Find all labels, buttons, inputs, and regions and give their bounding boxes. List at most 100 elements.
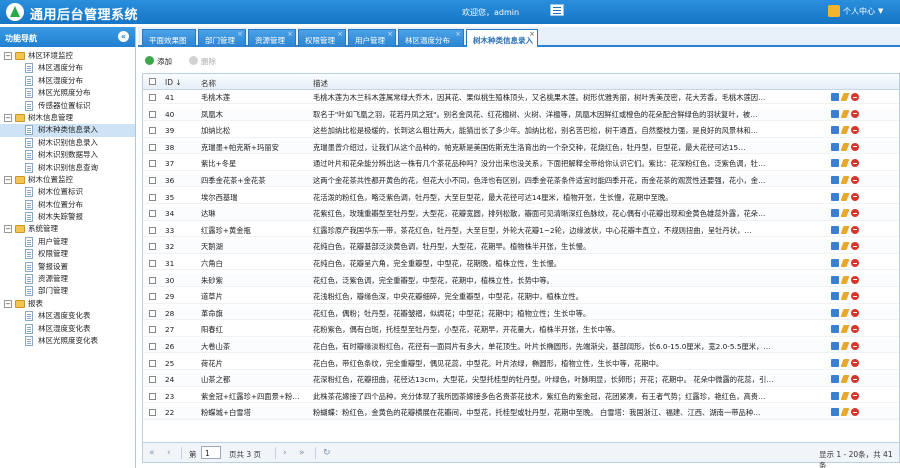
row-checkbox[interactable] <box>149 260 156 267</box>
table-row[interactable]: 39 加纳比松 这些加纳比松是极缓的，长到这么粗壮两大，能猜出长了多少年。加纳比松，… <box>143 124 899 138</box>
row-checkbox[interactable] <box>149 392 156 400</box>
tab[interactable]: 林区温度分布 × <box>398 29 464 47</box>
view-icon[interactable] <box>831 192 839 201</box>
tree-group[interactable]: − 树木位置监控 <box>0 174 135 186</box>
view-icon[interactable] <box>831 176 839 184</box>
table-row[interactable]: 28 革命旗 花红色，偶粉；牡丹型，花瓣皱褶，似绸花；中型花；花期中；植物立性；生长… <box>143 306 899 321</box>
sidebar-item[interactable]: 林区温度分布 <box>0 62 135 74</box>
edit-icon[interactable] <box>840 325 850 334</box>
tree-group[interactable]: − 林区环境监控 <box>0 50 135 62</box>
edit-icon[interactable] <box>840 93 850 101</box>
sidebar-item[interactable]: 林区光照度变化表 <box>0 335 135 347</box>
edit-icon[interactable] <box>840 308 850 317</box>
edit-icon[interactable] <box>840 109 850 118</box>
collapse-toggle-icon[interactable]: − <box>4 225 12 234</box>
edit-icon[interactable] <box>840 375 850 384</box>
delete-row-icon[interactable] <box>851 408 859 417</box>
delete-row-icon[interactable] <box>851 176 859 184</box>
delete-row-icon[interactable] <box>851 225 859 234</box>
first-page-icon[interactable]: « <box>149 448 155 458</box>
close-icon[interactable]: × <box>387 30 393 38</box>
add-button[interactable]: 添加 <box>143 53 185 68</box>
view-icon[interactable] <box>831 342 839 350</box>
row-checkbox[interactable] <box>149 143 156 151</box>
row-checkbox[interactable] <box>149 409 156 417</box>
table-row[interactable]: 38 克瑞墨+帕克斯+玛丽安 克瑞墨曾介绍过，让我们从这个品种的，帕克斯是美国佐斯克… <box>143 140 899 155</box>
view-icon[interactable] <box>831 225 839 234</box>
last-page-icon[interactable]: » <box>299 448 305 458</box>
sidebar-item[interactable]: 树木位置分布 <box>0 199 135 211</box>
edit-icon[interactable] <box>840 358 850 367</box>
edit-icon[interactable] <box>840 259 850 267</box>
row-checkbox[interactable] <box>149 326 156 334</box>
sidebar-item[interactable]: 树木种类信息录入 <box>0 124 135 137</box>
table-row[interactable]: 33 红露珍+黄金瓶 红露珍原产我国华东一带，茶花红色，牡丹型，大至巨型，外轮大花瓣… <box>143 224 899 238</box>
refresh-icon[interactable]: ↻ <box>323 448 331 458</box>
close-icon[interactable]: × <box>529 30 535 38</box>
table-row[interactable]: 41 毛桃木莲 毛桃木莲为木兰科木莲属常绿大乔木，因其花、果似桃生殖株顶头，又名桃果… <box>143 91 899 105</box>
view-icon[interactable] <box>831 93 839 101</box>
collapse-toggle-icon[interactable]: − <box>4 113 12 122</box>
sidebar-item[interactable]: 树木失踪警报 <box>0 211 135 223</box>
row-checkbox[interactable] <box>149 359 156 367</box>
delete-row-icon[interactable] <box>851 209 859 218</box>
collapse-toggle-icon[interactable]: − <box>4 299 12 308</box>
edit-icon[interactable] <box>840 126 850 135</box>
sidebar-item[interactable]: 林区湿度分布 <box>0 75 135 87</box>
table-row[interactable]: 31 六角白 花纯白色，花瓣呈六角，完全重瓣型，中型花，花期晚，植株立性，生长慢。 <box>143 257 899 271</box>
view-icon[interactable] <box>831 242 839 251</box>
table-row[interactable]: 27 阳春红 花粉紫色，偶有白斑，托桂型至牡丹型，小型花，花期早，开花量大，植株半开… <box>143 323 899 337</box>
delete-row-icon[interactable] <box>851 126 859 135</box>
sidebar-item[interactable]: 林区温度变化表 <box>0 310 135 322</box>
sidebar-item[interactable]: 林区光照度分布 <box>0 87 135 99</box>
delete-row-icon[interactable] <box>851 342 859 350</box>
tab[interactable]: 权限管理 × <box>298 29 346 47</box>
edit-icon[interactable] <box>840 275 850 284</box>
sidebar-item[interactable]: 传感器位置标识 <box>0 100 135 112</box>
delete-row-icon[interactable] <box>851 242 859 251</box>
tab[interactable]: 平面效果图 <box>142 29 196 47</box>
row-checkbox[interactable] <box>149 210 156 218</box>
row-checkbox[interactable] <box>149 276 156 284</box>
tree-group[interactable]: − 树木信息管理 <box>0 112 135 124</box>
delete-row-icon[interactable] <box>851 325 859 334</box>
delete-row-icon[interactable] <box>851 159 859 168</box>
edit-icon[interactable] <box>840 408 850 417</box>
edit-icon[interactable] <box>840 209 850 218</box>
tab[interactable]: 用户管理 × <box>348 29 396 47</box>
tab[interactable]: 资源管理 × <box>248 29 296 47</box>
table-row[interactable]: 32 天鹅湖 花纯白色，花瓣基部泛淡黄色调，牡丹型，大型花，花期早。植物株半开张，生… <box>143 240 899 254</box>
view-icon[interactable] <box>831 375 839 384</box>
prev-page-icon[interactable]: ‹ <box>167 448 171 458</box>
table-row[interactable]: 23 紫金冠+红露珍+四面景+粉… 此株茶花嫁接了四个品种，充分体现了我所园茶嫁接多… <box>143 390 899 404</box>
view-icon[interactable] <box>831 358 839 367</box>
close-icon[interactable]: × <box>337 30 343 38</box>
row-checkbox[interactable] <box>149 226 156 234</box>
delete-button[interactable]: 删除 <box>187 53 227 68</box>
row-checkbox[interactable] <box>149 110 156 118</box>
table-row[interactable]: 22 粉蝶城+白雪塔 粉蝴蝶：粉红色，金黄色的花瓣横展在花瓣间，中型花，托桂型或牡丹… <box>143 406 899 420</box>
close-icon[interactable]: × <box>287 30 293 38</box>
delete-row-icon[interactable] <box>851 142 859 151</box>
view-icon[interactable] <box>831 142 839 151</box>
page-number-input[interactable]: 1 <box>201 446 221 459</box>
delete-row-icon[interactable] <box>851 259 859 267</box>
delete-row-icon[interactable] <box>851 375 859 384</box>
next-page-icon[interactable]: › <box>283 448 287 458</box>
column-header-desc[interactable]: 描述 <box>313 78 328 89</box>
row-checkbox[interactable] <box>149 376 156 384</box>
table-row[interactable]: 25 荷花片 花白色，带红色条纹，完全重瓣型，偶见花蕊，中型花。叶片浓绿，椭圆形，植… <box>143 357 899 370</box>
delete-row-icon[interactable] <box>851 391 859 400</box>
table-row[interactable]: 29 道草片 花浅粉红色，瓣缘色深，中央花瓣细碎，完全重瓣型，中型花，花期中，植株立… <box>143 290 899 304</box>
table-row[interactable]: 35 埃尔西基瑞 花活泼的粉红色，略泛紫色调，牡丹型，大至巨型花，最大花径可达14厘… <box>143 191 899 204</box>
sidebar-item[interactable]: 用户管理 <box>0 236 135 248</box>
row-checkbox[interactable] <box>149 177 156 184</box>
view-icon[interactable] <box>831 109 839 118</box>
collapse-toggle-icon[interactable]: − <box>4 175 12 184</box>
row-checkbox[interactable] <box>149 160 156 168</box>
view-icon[interactable] <box>831 325 839 334</box>
close-icon[interactable]: × <box>237 30 243 38</box>
edit-icon[interactable] <box>840 242 850 251</box>
delete-row-icon[interactable] <box>851 292 859 301</box>
sidebar-item[interactable]: 树木识别数据导入 <box>0 149 135 161</box>
